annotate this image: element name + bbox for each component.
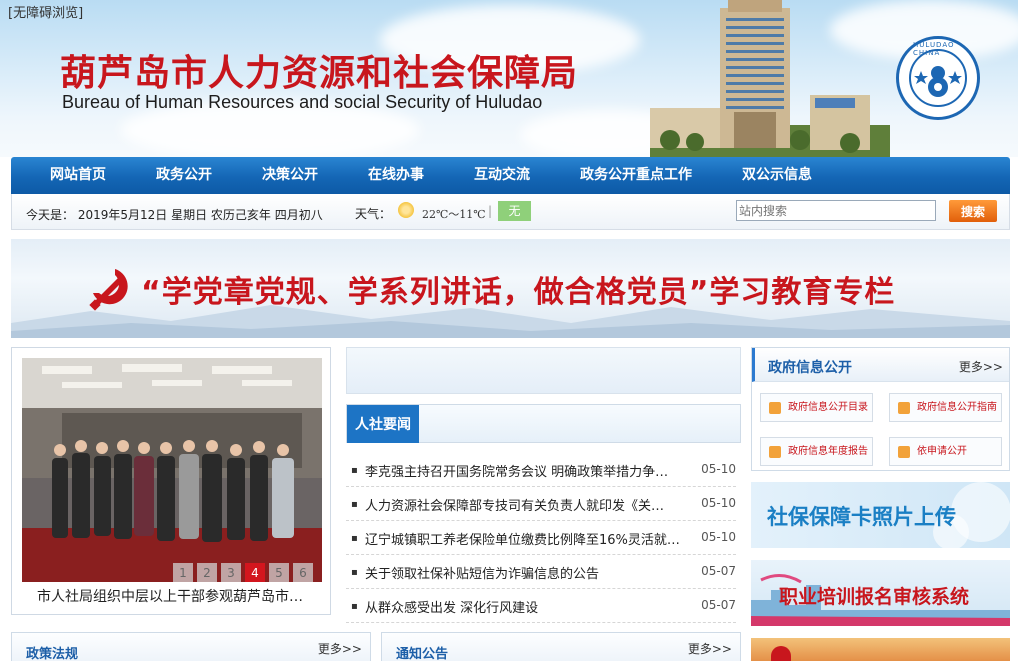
nav-item-interaction[interactable]: 互动交流 [474, 157, 530, 194]
nav-item-gov-affairs[interactable]: 政务公开 [156, 157, 212, 194]
news-list-item[interactable]: ▪ 李克强主持召开国务院常务会议 明确政策举措力争… 05-10 [346, 453, 736, 487]
training-system-text: 职业培训报名审核系统 [779, 586, 970, 608]
news-date: 05-10 [701, 530, 736, 544]
news-title[interactable]: 关于领取社保补贴短信为诈骗信息的公告 [365, 563, 690, 582]
party-promo-banner[interactable] [751, 638, 1010, 661]
carousel-caption[interactable]: 市人社局组织中层以上干部参观葫芦岛市… [37, 586, 303, 606]
nav-item-key-work[interactable]: 政务公开重点工作 [580, 157, 692, 194]
info-bar: 今天是： 2019年5月12日 星期日 农历己亥年 四月初八 天气： 22℃～1… [11, 194, 1010, 230]
carousel-page-1[interactable]: 1 [173, 563, 193, 582]
gov-info-more-link[interactable]: 更多>> [959, 358, 1003, 375]
bullet-icon: ▪ [351, 465, 358, 476]
carousel-page-4[interactable]: 4 [245, 563, 265, 582]
news-title[interactable]: 李克强主持召开国务院常务会议 明确政策举措力争… [365, 461, 690, 480]
gov-btn-label: 依申请公开 [917, 446, 967, 457]
gov-btn-label: 政府信息公开目录 [788, 402, 868, 413]
gov-info-header: 政府信息公开 更多>> [752, 348, 1009, 382]
photo-upload-text: 社保保障卡照片上传 [767, 505, 956, 529]
training-system-banner[interactable]: 职业培训报名审核系统 [751, 560, 1010, 626]
news-list-item[interactable]: ▪ 人力资源社会保障部专技司有关负责人就印发《关… 05-10 [346, 487, 736, 521]
carousel-page-6[interactable]: 6 [293, 563, 313, 582]
weather-divider: | [488, 204, 493, 218]
news-title[interactable]: 辽宁城镇职工养老保险单位缴费比例降至16%灵活就… [365, 529, 690, 548]
policy-more-link[interactable]: 更多>> [318, 640, 362, 657]
site-header: [无障碍浏览] 葫芦岛市人力资源和社会保障局 Bureau of Human R… [0, 0, 1018, 157]
notice-more-link[interactable]: 更多>> [688, 640, 732, 657]
news-date: 05-10 [701, 496, 736, 510]
nav-item-dual-publicity[interactable]: 双公示信息 [742, 157, 812, 194]
weather-temperature: 22℃～11℃ [422, 208, 486, 221]
carousel-page-2[interactable]: 2 [197, 563, 217, 582]
site-title-cn: 葫芦岛市人力资源和社会保障局 [60, 53, 579, 94]
news-date: 05-07 [701, 564, 736, 578]
bullet-icon: ▪ [351, 567, 358, 578]
policy-section-header: 政策法规 更多>> [11, 632, 371, 661]
gov-btn-label: 政府信息年度报告 [788, 446, 868, 457]
photo-upload-banner[interactable]: 社保保障卡照片上传 [751, 482, 1010, 548]
nav-item-home[interactable]: 网站首页 [50, 157, 106, 194]
gov-info-title: 政府信息公开 [768, 360, 852, 376]
notice-section-title: 通知公告 [396, 647, 449, 661]
policy-section-title: 政策法规 [26, 647, 79, 661]
news-list-item[interactable]: ▪ 关于领取社保补贴短信为诈骗信息的公告 05-07 [346, 555, 736, 589]
tab-hr-news[interactable]: 人社要闻 [347, 405, 419, 443]
nav-item-decisions[interactable]: 决策公开 [262, 157, 318, 194]
news-date: 05-10 [701, 462, 736, 476]
site-title-en: Bureau of Human Resources and social Sec… [62, 92, 543, 112]
gov-btn-label: 政府信息公开指南 [917, 402, 997, 413]
bullet-icon: ▪ [351, 499, 358, 510]
carousel-page-3[interactable]: 3 [221, 563, 241, 582]
main-nav: 网站首页 政务公开 决策公开 在线办事 互动交流 政务公开重点工作 双公示信息 [11, 157, 1010, 194]
building-image [650, 0, 890, 157]
photo-carousel: 1 2 3 4 5 6 市人社局组织中层以上干部参观葫芦岛市… [11, 347, 331, 615]
today-date: 今天是： 2019年5月12日 星期日 农历己亥年 四月初八 [26, 208, 323, 222]
document-icon [769, 402, 781, 414]
gov-info-request-button[interactable]: 依申请公开 [889, 437, 1002, 466]
carousel-page-5[interactable]: 5 [269, 563, 289, 582]
city-logo-icon: HULUDAO CHINA [896, 36, 980, 120]
news-list-item[interactable]: ▪ 辽宁城镇职工养老保险单位缴费比例降至16%灵活就… 05-10 [346, 521, 736, 555]
gov-info-guide-button[interactable]: 政府信息公开指南 [889, 393, 1002, 422]
banner-title: “学党章党规、学系列讲话，做合格党员”学习教育专栏 [141, 275, 896, 310]
gov-info-panel: 政府信息公开 更多>> 政府信息公开目录 政府信息公开指南 政府信息年度报告 依… [751, 347, 1010, 471]
nav-item-online-service[interactable]: 在线办事 [368, 157, 424, 194]
gov-info-annual-report-button[interactable]: 政府信息年度报告 [760, 437, 873, 466]
search-button[interactable]: 搜索 [949, 200, 997, 222]
party-study-banner[interactable]: “学党章党规、学系列讲话，做合格党员”学习教育专栏 [11, 239, 1010, 338]
document-icon [898, 402, 910, 414]
middle-top-panel [346, 347, 741, 394]
bullet-icon: ▪ [351, 601, 358, 612]
news-date: 05-07 [701, 598, 736, 612]
air-quality-badge: 无 [498, 201, 531, 221]
sun-icon [398, 202, 414, 218]
gov-info-catalog-button[interactable]: 政府信息公开目录 [760, 393, 873, 422]
news-title[interactable]: 从群众感受出发 深化行风建设 [365, 597, 690, 616]
accessibility-link[interactable]: [无障碍浏览] [8, 2, 83, 21]
carousel-photo[interactable]: 1 2 3 4 5 6 [22, 358, 322, 582]
news-list-item[interactable]: ▪ 从群众感受出发 深化行风建设 05-07 [346, 589, 736, 623]
weather-label: 天气： [355, 207, 392, 221]
document-icon [769, 446, 781, 458]
emblem-shape [771, 646, 791, 661]
document-icon [898, 446, 910, 458]
news-title[interactable]: 人力资源社会保障部专技司有关负责人就印发《关… [365, 495, 690, 514]
news-header: 人社要闻 [346, 404, 741, 443]
notice-section-header: 通知公告 更多>> [381, 632, 741, 661]
bullet-icon: ▪ [351, 533, 358, 544]
party-emblem-icon [89, 269, 128, 311]
search-input[interactable] [736, 200, 936, 221]
